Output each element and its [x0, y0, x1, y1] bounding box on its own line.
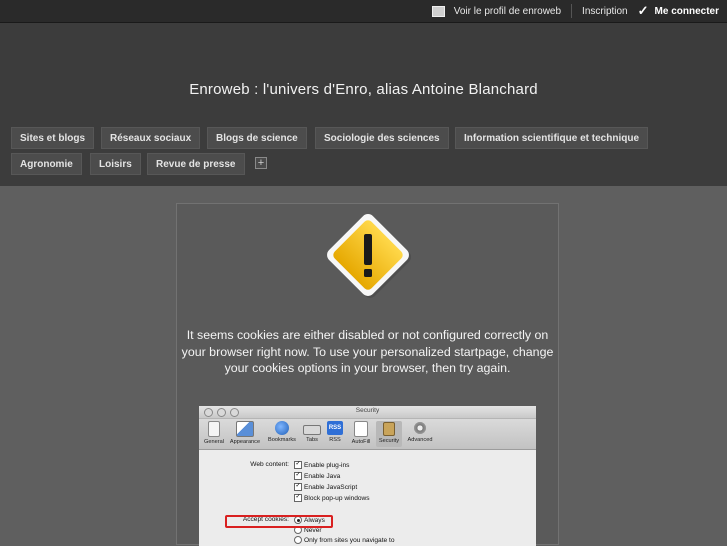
prefs-window-title: Security — [355, 407, 380, 414]
prefs-content: Web content: ✓ Enable plug-ins ✓ Enable … — [199, 450, 536, 546]
prefs-toolbar: General Appearance Bookmarks Tabs RSS RS… — [199, 419, 536, 450]
toolbar-appearance: Appearance — [227, 421, 263, 445]
profile-icon — [431, 5, 445, 17]
profile-link[interactable]: Voir le profil de enroweb — [454, 6, 561, 17]
checkbox-icon: ✓ — [294, 494, 302, 502]
switch-icon — [208, 421, 220, 437]
cookies-highlight-box — [225, 515, 333, 528]
checkbox-icon: ✓ — [294, 461, 302, 469]
tab-sociologie-des-sciences[interactable]: Sociologie des sciences — [315, 127, 449, 149]
tab-loisirs[interactable]: Loisirs — [90, 153, 141, 175]
tab-sites-et-blogs[interactable]: Sites et blogs — [11, 127, 95, 149]
toolbar-bookmarks: Bookmarks — [265, 421, 299, 443]
prefs-titlebar: Security — [199, 406, 536, 419]
radio-icon — [294, 536, 302, 544]
toolbar-tabs: Tabs — [303, 421, 321, 443]
add-tab-button[interactable]: + — [255, 157, 267, 169]
tab-agronomie[interactable]: Agronomie — [11, 153, 82, 175]
cookie-warning-panel: It seems cookies are either disabled or … — [176, 203, 559, 546]
autofill-icon — [354, 421, 368, 437]
tab-information-scientifique[interactable]: Information scientifique et technique — [455, 127, 649, 149]
top-bar: Voir le profil de enroweb Inscription ✓ … — [0, 0, 727, 23]
option-java: ✓ Enable Java — [294, 472, 341, 480]
rss-icon: RSS — [327, 421, 343, 435]
checkbox-icon: ✓ — [294, 472, 302, 480]
login-link[interactable]: Me connecter — [655, 6, 719, 17]
signup-link[interactable]: Inscription — [582, 6, 628, 17]
site-title[interactable]: Enroweb : l'univers d'Enro, alias Antoin… — [0, 81, 727, 98]
cookies-only-visited: Only from sites you navigate to — [294, 536, 395, 544]
option-plugins: ✓ Enable plug-ins — [294, 461, 350, 469]
option-javascript: ✓ Enable JavaScript — [294, 483, 358, 491]
toolbar-general: General — [202, 421, 226, 445]
toolbar-security: Security — [376, 421, 402, 447]
toolbar-advanced: Advanced — [405, 421, 435, 443]
checkmark-icon: ✓ — [637, 3, 649, 18]
cookie-message: It seems cookies are either disabled or … — [181, 328, 554, 375]
lock-icon — [383, 422, 395, 436]
tab-reseaux-sociaux[interactable]: Réseaux sociaux — [101, 127, 201, 149]
divider — [571, 4, 573, 18]
warning-triangle-icon — [327, 214, 411, 298]
top-links: Voir le profil de enroweb Inscription ✓ … — [431, 0, 719, 22]
toolbar-rss: RSS RSS — [326, 421, 344, 443]
toolbar-autofill: AutoFill — [349, 421, 373, 445]
safari-prefs-screenshot: Security General Appearance Bookmarks Ta… — [199, 406, 536, 546]
web-content-label: Web content: — [250, 461, 289, 468]
tab-blogs-de-science[interactable]: Blogs de science — [207, 127, 307, 149]
option-popups: ✓ Block pop-up windows — [294, 494, 370, 502]
checkbox-icon: ✓ — [294, 483, 302, 491]
tabs-icon — [303, 425, 321, 435]
appearance-icon — [236, 421, 254, 437]
globe-icon — [275, 421, 289, 435]
gear-icon — [413, 421, 427, 435]
tab-revue-de-presse[interactable]: Revue de presse — [147, 153, 245, 175]
